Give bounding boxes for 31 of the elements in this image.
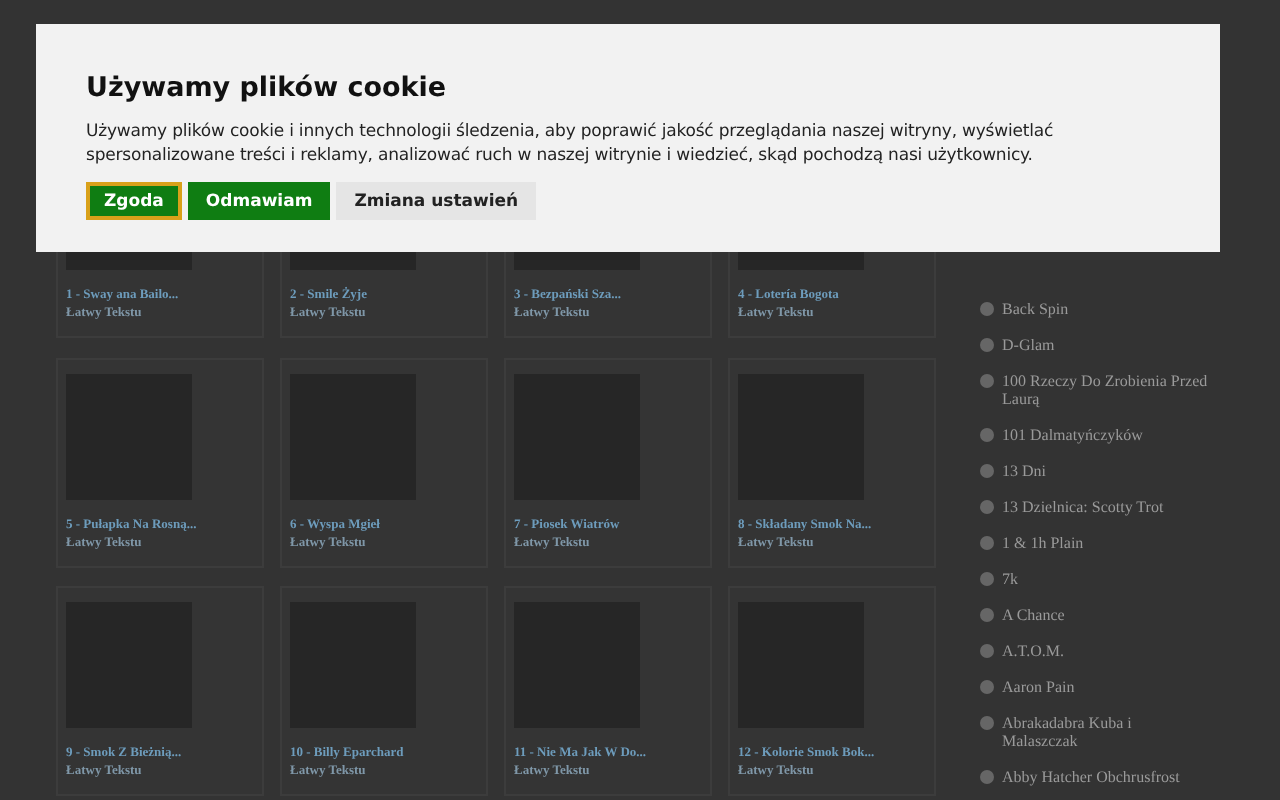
sidebar-item[interactable]: 13 Dzielnica: Scotty Trot bbox=[1002, 498, 1164, 516]
circle-icon bbox=[980, 770, 994, 784]
circle-icon bbox=[980, 572, 994, 586]
dialog-text: Używamy plików cookie i innych technologii śledzenia, aby poprawić jakość przeglądania naszej witryny, wyświetlać spersonalizowane treści i reklamy, analizować ruch w naszej witrynie i wiedzieć, skąd pochodzą nasi użytkownicy. bbox=[86, 120, 1056, 168]
circle-icon bbox=[980, 428, 994, 442]
sidebar-item[interactable]: A.T.O.M. bbox=[1002, 642, 1064, 660]
accept-button[interactable]: Zgoda bbox=[86, 182, 182, 220]
sidebar-item[interactable]: 100 Rzeczy Do Zrobienia Przed Laurą bbox=[1002, 372, 1210, 408]
circle-icon bbox=[980, 608, 994, 622]
circle-icon bbox=[980, 644, 994, 658]
circle-icon bbox=[980, 302, 994, 316]
circle-icon bbox=[980, 536, 994, 550]
sidebar-item[interactable]: 13 Dni bbox=[1002, 462, 1046, 480]
sidebar-item[interactable]: 101 Dalmatyńczyków bbox=[1002, 426, 1143, 444]
sidebar-item[interactable]: A Chance bbox=[1002, 606, 1065, 624]
circle-icon bbox=[980, 464, 994, 478]
circle-icon bbox=[980, 716, 994, 730]
circle-icon bbox=[980, 374, 994, 388]
circle-icon bbox=[980, 680, 994, 694]
circle-icon bbox=[980, 338, 994, 352]
sidebar-item[interactable]: Back Spin bbox=[1002, 300, 1069, 318]
dialog-title: Używamy plików cookie bbox=[86, 72, 449, 104]
sidebar-item[interactable]: D-Glam bbox=[1002, 336, 1055, 354]
sidebar-item[interactable]: Abrakadabra Kuba i Malaszczak bbox=[1002, 714, 1210, 750]
sidebar-item[interactable]: 7k bbox=[1002, 570, 1018, 588]
sidebar-item[interactable]: Abby Hatcher Obchrusfrost bbox=[1002, 768, 1180, 786]
accept-button[interactable]: Odmawiam bbox=[187, 182, 331, 220]
circle-icon bbox=[980, 500, 994, 514]
sidebar-item[interactable]: 1 & 1h Plain bbox=[1002, 534, 1084, 552]
sidebar-item[interactable]: Aaron Pain bbox=[1002, 678, 1075, 696]
settings-button[interactable]: Zmiana ustawień bbox=[336, 182, 537, 220]
